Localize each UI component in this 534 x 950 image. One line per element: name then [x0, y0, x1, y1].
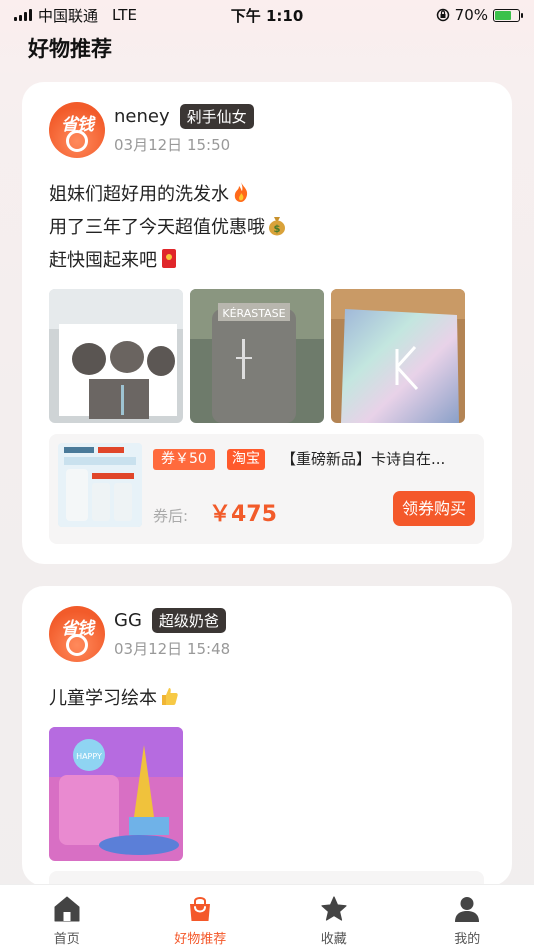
battery-icon	[493, 8, 523, 22]
tab-recommend[interactable]: 好物推荐	[155, 885, 245, 950]
money-bag-emoji-icon: $	[269, 217, 285, 236]
page-title: 好物推荐	[28, 37, 112, 61]
post-image[interactable]	[331, 289, 465, 423]
feed-list[interactable]: 省钱 neney 剁手仙女 03月12日 15:50 姐妹们超好用的洗发水 用了…	[22, 82, 512, 908]
tab-label: 首页	[53, 932, 80, 947]
home-icon	[54, 896, 80, 922]
post-card[interactable]: 省钱 GG 超级奶爸 03月12日 15:48 儿童学习绘本 HAPPY	[22, 586, 512, 886]
user-name[interactable]: GG	[114, 610, 142, 631]
platform-tag: 淘宝	[227, 449, 265, 470]
product-price: ￥475	[209, 502, 277, 527]
product-image[interactable]	[58, 443, 142, 527]
battery-percent: 70%	[454, 6, 488, 24]
carrier-label: 中国联通	[38, 6, 99, 25]
post-time: 03月12日 15:50	[114, 136, 231, 154]
tab-home[interactable]: 首页	[22, 885, 112, 950]
post-line: 赶快囤起来吧	[49, 250, 157, 271]
post-line: 用了三年了今天超值优惠哦	[49, 217, 265, 238]
tab-label: 收藏	[320, 932, 347, 947]
tab-bar: 首页 好物推荐 收藏 我的	[0, 884, 534, 950]
tab-favorites[interactable]: 收藏	[289, 885, 379, 950]
post-text: 姐妹们超好用的洗发水 用了三年了今天超值优惠哦 $ 赶快囤起来吧	[49, 178, 484, 277]
product-title[interactable]: 【重磅新品】卡诗自在...	[281, 448, 471, 469]
user-badge: 超级奶爸	[151, 608, 226, 633]
post-image[interactable]	[49, 289, 183, 423]
avatar[interactable]: 省钱	[49, 102, 105, 158]
price-label: 券后:	[153, 507, 189, 525]
tab-label: 好物推荐	[174, 932, 227, 947]
user-name[interactable]: neney	[114, 106, 170, 127]
fire-emoji-icon	[234, 182, 248, 202]
coupon-tag: 券￥50	[153, 449, 215, 470]
rotation-lock-icon	[436, 8, 449, 22]
red-envelope-emoji-icon	[162, 249, 176, 268]
network-label: LTE	[112, 6, 137, 24]
post-line: 儿童学习绘本	[49, 688, 157, 709]
image-grid: KÉRASTASE	[49, 289, 484, 423]
star-icon	[321, 896, 347, 921]
tab-profile[interactable]: 我的	[422, 885, 512, 950]
user-icon	[455, 897, 480, 922]
thumbs-up-emoji-icon	[162, 688, 178, 705]
coin-icon	[66, 634, 88, 656]
tab-label: 我的	[454, 932, 481, 947]
signal-icon	[14, 9, 32, 21]
product-card[interactable]: 券￥50 淘宝 【重磅新品】卡诗自在... 券后: ￥475 领券购买	[49, 434, 484, 544]
post-card[interactable]: 省钱 neney 剁手仙女 03月12日 15:50 姐妹们超好用的洗发水 用了…	[22, 82, 512, 564]
svg-text:KÉRASTASE: KÉRASTASE	[222, 307, 285, 320]
avatar[interactable]: 省钱	[49, 606, 105, 662]
svg-text:$: $	[274, 224, 281, 235]
post-time: 03月12日 15:48	[114, 640, 231, 658]
get-coupon-button[interactable]: 领券购买	[392, 491, 475, 526]
bag-icon	[190, 897, 211, 921]
status-bar: 中国联通 LTE 下午 1:10 70%	[0, 0, 534, 30]
image-grid: HAPPY	[49, 727, 484, 861]
coin-icon	[66, 130, 88, 152]
svg-text:HAPPY: HAPPY	[76, 752, 102, 761]
post-text: 儿童学习绘本	[49, 682, 484, 715]
user-badge: 剁手仙女	[179, 104, 254, 129]
post-image[interactable]: KÉRASTASE	[190, 289, 324, 423]
post-image[interactable]: HAPPY	[49, 727, 183, 861]
post-line: 姐妹们超好用的洗发水	[49, 184, 229, 205]
